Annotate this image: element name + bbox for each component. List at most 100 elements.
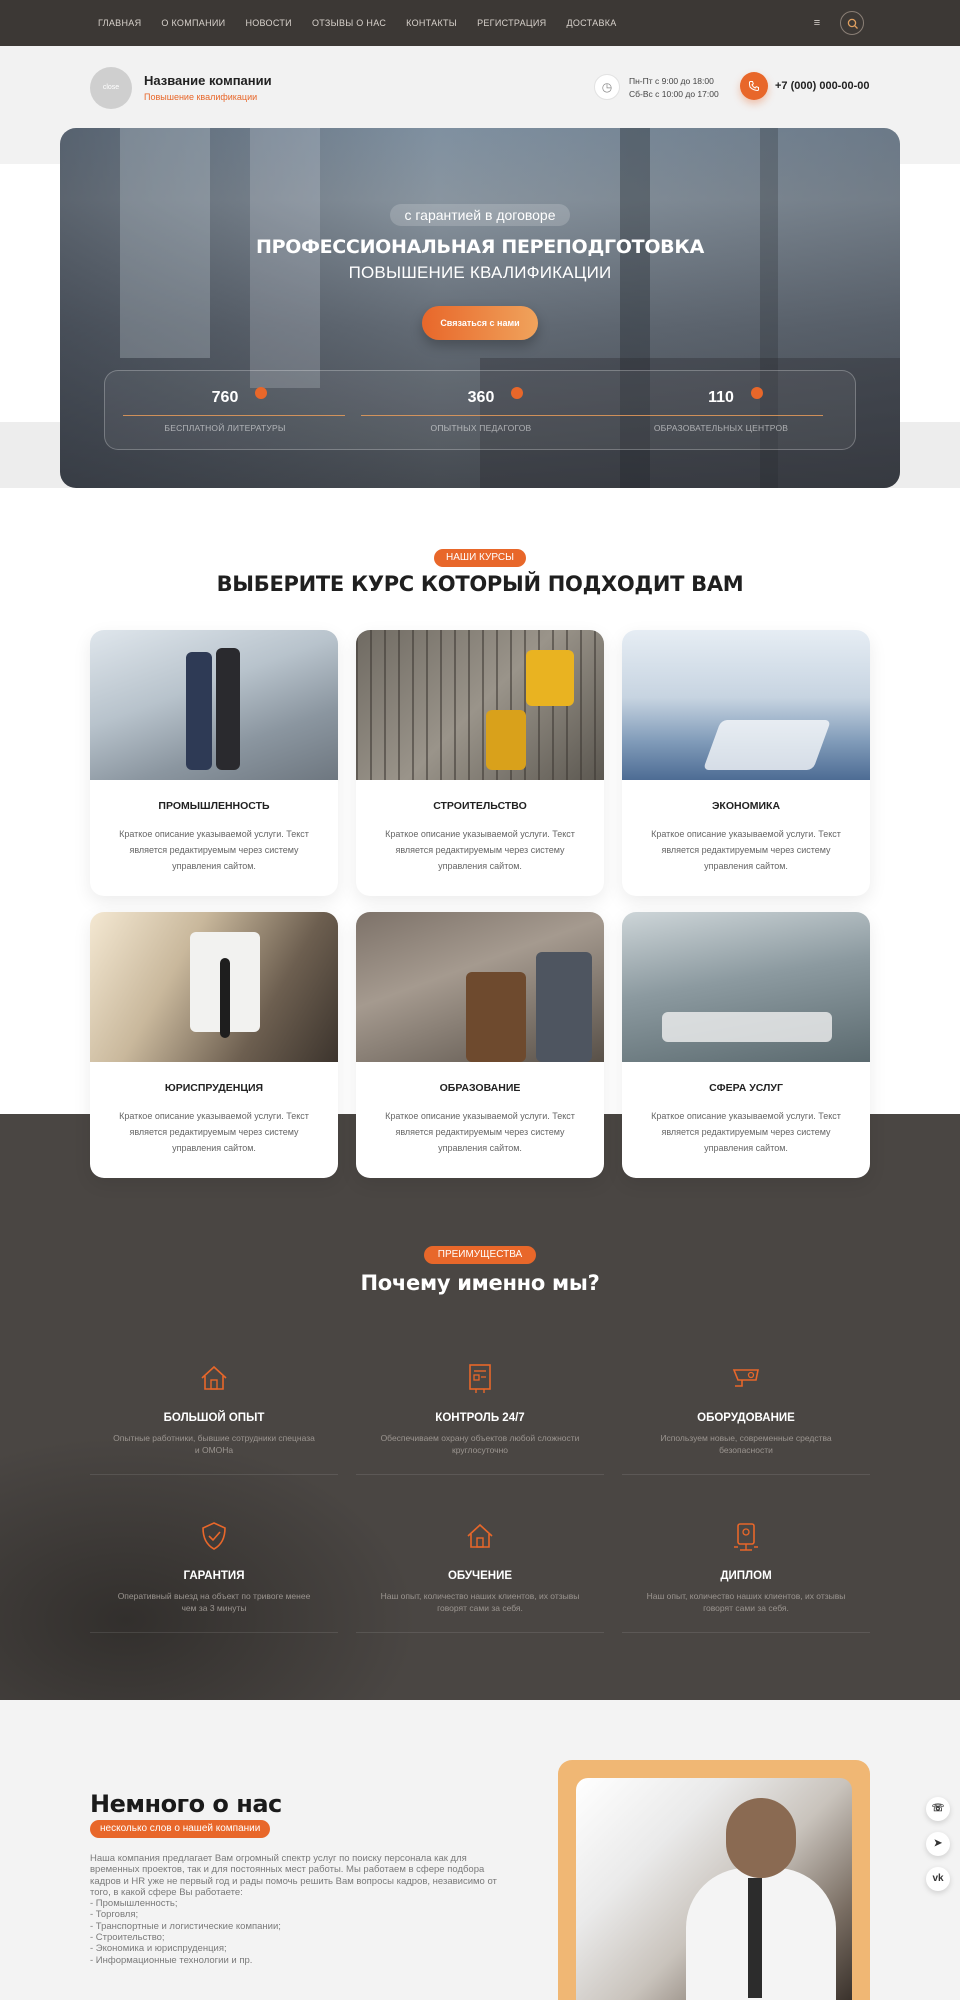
stat-dot-icon	[255, 387, 267, 399]
stat-value: 110	[708, 389, 734, 406]
stat-dot-icon	[511, 387, 523, 399]
nav-item-registration[interactable]: РЕГИСТРАЦИЯ	[477, 18, 546, 28]
advantage-title: ДИПЛОМ	[720, 1570, 772, 1582]
monitor-icon	[469, 1364, 491, 1393]
hero-title: ПРОФЕССИОНАЛЬНАЯ ПЕРЕПОДГОТОВКА	[255, 236, 704, 258]
nav-item-delivery[interactable]: ДОСТАВКА	[566, 18, 616, 28]
clock-icon: ◷	[594, 74, 620, 100]
menu-icon[interactable]: ≡	[806, 15, 828, 31]
course-card-industry[interactable]: ПРОМЫШЛЕННОСТЬ Краткое описание указывае…	[90, 630, 338, 896]
advantage-title: ОБУЧЕНИЕ	[447, 1570, 513, 1582]
course-card-construction[interactable]: СТРОИТЕЛЬСТВО Краткое описание указываем…	[356, 630, 604, 896]
course-card-economics[interactable]: ЭКОНОМИКА Краткое описание указываемой у…	[622, 630, 870, 896]
stat-divider	[123, 415, 345, 416]
company-tagline: Повышение квалификации	[144, 92, 258, 102]
about-list-item: - Торговля;	[90, 1909, 139, 1921]
course-card-law[interactable]: ЮРИСПРУДЕНЦИЯ Краткое описание указываем…	[90, 912, 338, 1178]
advantage-divider	[356, 1632, 604, 1633]
about-title: Немного о нас	[90, 1790, 282, 1818]
about-text: Наша компания предлагает Вам огромный сп…	[90, 1853, 510, 1966]
hero-photo-window	[250, 128, 320, 388]
about-text-line: того, в какой сфере Вы работаете:	[90, 1886, 243, 1898]
advantage-description: Используем новые, современные средства б…	[660, 1433, 832, 1455]
stat-label: ОПЫТНЫХ ПЕДАГОГОВ	[430, 423, 532, 433]
advantage-divider	[90, 1632, 338, 1633]
course-image-law	[90, 912, 338, 1062]
advantage-experience: БОЛЬШОЙ ОПЫТ Опытные работники, бывшие с…	[90, 1358, 338, 1478]
nav-item-about[interactable]: О КОМПАНИИ	[161, 18, 225, 28]
nav-item-news[interactable]: НОВОСТИ	[245, 18, 291, 28]
about-badge: несколько слов о нашей компании	[90, 1820, 271, 1838]
company-logo[interactable]: close	[90, 67, 132, 109]
hero-subtitle: ПОВЫШЕНИЕ КВАЛИФИКАЦИИ	[348, 263, 612, 282]
contact-us-button[interactable]: Связаться с нами	[422, 306, 538, 340]
telegram-icon[interactable]: ➤	[926, 1832, 950, 1856]
about-text-line: кадров и HR уже не первый год и рады пом…	[90, 1875, 497, 1887]
advantage-guarantee: ГАРАНТИЯ Оперативный выезд на объект по …	[90, 1516, 338, 1636]
main-menu: ГЛАВНАЯ О КОМПАНИИ НОВОСТИ ОТЗЫВЫ О НАС …	[98, 0, 637, 46]
diploma-icon	[734, 1523, 758, 1551]
advantage-control: КОНТРОЛЬ 24/7 Обеспечиваем охрану объект…	[356, 1358, 604, 1478]
phone-icon[interactable]	[740, 72, 768, 100]
advantage-divider	[622, 1474, 870, 1475]
stat-label: ОБРАЗОВАТЕЛЬНЫХ ЦЕНТРОВ	[653, 423, 789, 433]
about-list-item: - Информационные технологии и пр.	[90, 1954, 253, 1966]
advantages-title: Почему именно мы?	[360, 1271, 600, 1295]
about-list-item: - Промышленность;	[90, 1898, 178, 1910]
advantage-title: БОЛЬШОЙ ОПЫТ	[163, 1412, 265, 1424]
advantage-diploma: ДИПЛОМ Наш опыт, количество наших клиент…	[622, 1516, 870, 1636]
advantage-divider	[622, 1632, 870, 1633]
company-name: Название компании	[144, 73, 272, 88]
hero-stats: 760 БЕСПЛАТНОЙ ЛИТЕРАТУРЫ 360 ОПЫТНЫХ ПЕ…	[104, 370, 856, 450]
course-title: СФЕРА УСЛУГ	[709, 1082, 783, 1094]
working-hours-weekend: Сб-Вс с 10:00 до 17:00	[629, 89, 719, 99]
course-image-economics	[622, 630, 870, 780]
whatsapp-icon[interactable]: ☏	[926, 1797, 950, 1821]
advantage-description: Опытные работники, бывшие сотрудники спе…	[113, 1433, 315, 1455]
course-title: ЮРИСПРУДЕНЦИЯ	[164, 1082, 264, 1094]
course-image-services	[622, 912, 870, 1062]
nav-item-home[interactable]: ГЛАВНАЯ	[98, 18, 141, 28]
course-card-education[interactable]: ОБРАЗОВАНИЕ Краткое описание указываемой…	[356, 912, 604, 1178]
stat-teachers: 360 ОПЫТНЫХ ПЕДАГОГОВ	[361, 371, 601, 451]
course-description: Краткое описание указываемой услуги. Тек…	[651, 1111, 841, 1153]
about-photo	[576, 1778, 852, 2000]
course-description: Краткое описание указываемой услуги. Тек…	[119, 829, 309, 871]
course-image-industry	[90, 630, 338, 780]
search-icon[interactable]	[840, 11, 864, 35]
course-image-construction	[356, 630, 604, 780]
course-image-education	[356, 912, 604, 1062]
advantage-description: Обеспечиваем охрану объектов любой сложн…	[380, 1433, 580, 1455]
hero-banner: с гарантией в договоре ПРОФЕССИОНАЛЬНАЯ …	[60, 128, 900, 488]
house-icon	[467, 1523, 493, 1548]
advantage-description: Оперативный выезд на объект по тривоге м…	[117, 1591, 311, 1613]
advantage-description: Наш опыт, количество наших клиентов, их …	[646, 1591, 846, 1613]
course-title: СТРОИТЕЛЬСТВО	[433, 800, 527, 812]
course-description: Краткое описание указываемой услуги. Тек…	[651, 829, 841, 871]
stat-value: 360	[467, 389, 495, 406]
stat-centers: 110 ОБРАЗОВАТЕЛЬНЫХ ЦЕНТРОВ	[601, 371, 841, 451]
phone-number[interactable]: +7 (000) 000-00-00	[775, 80, 869, 92]
advantage-equipment: ОБОРУДОВАНИЕ Используем новые, современн…	[622, 1358, 870, 1478]
about-list-item: - Транспортные и логистические компании;	[90, 1920, 281, 1932]
top-navigation: ГЛАВНАЯ О КОМПАНИИ НОВОСТИ ОТЗЫВЫ О НАС …	[0, 0, 960, 46]
advantage-description: Наш опыт, количество наших клиентов, их …	[380, 1591, 580, 1613]
advantage-training: ОБУЧЕНИЕ Наш опыт, количество наших клие…	[356, 1516, 604, 1636]
stat-divider	[361, 415, 601, 416]
about-list-item: - Экономика и юриспруденция;	[90, 1943, 227, 1955]
advantage-title: ОБОРУДОВАНИЕ	[697, 1412, 795, 1424]
working-hours-weekdays: Пн-Пт с 9:00 до 18:00	[629, 76, 714, 86]
stat-dot-icon	[751, 387, 763, 399]
course-title: ОБРАЗОВАНИЕ	[439, 1082, 521, 1094]
vk-icon[interactable]: vk	[926, 1867, 950, 1891]
stat-value: 760	[211, 389, 239, 406]
course-card-services[interactable]: СФЕРА УСЛУГ Краткое описание указываемой…	[622, 912, 870, 1178]
nav-item-contacts[interactable]: КОНТАКТЫ	[406, 18, 457, 28]
about-text-line: Наша компания предлагает Вам огромный сп…	[90, 1853, 467, 1864]
hero-tag: с гарантией в договоре	[390, 204, 570, 226]
course-title: ЭКОНОМИКА	[711, 800, 781, 812]
shield-icon	[202, 1522, 226, 1550]
advantages-badge: ПРЕИМУЩЕСТВА	[424, 1246, 536, 1264]
about-list-item: - Строительство;	[90, 1932, 165, 1944]
nav-item-reviews[interactable]: ОТЗЫВЫ О НАС	[312, 18, 386, 28]
